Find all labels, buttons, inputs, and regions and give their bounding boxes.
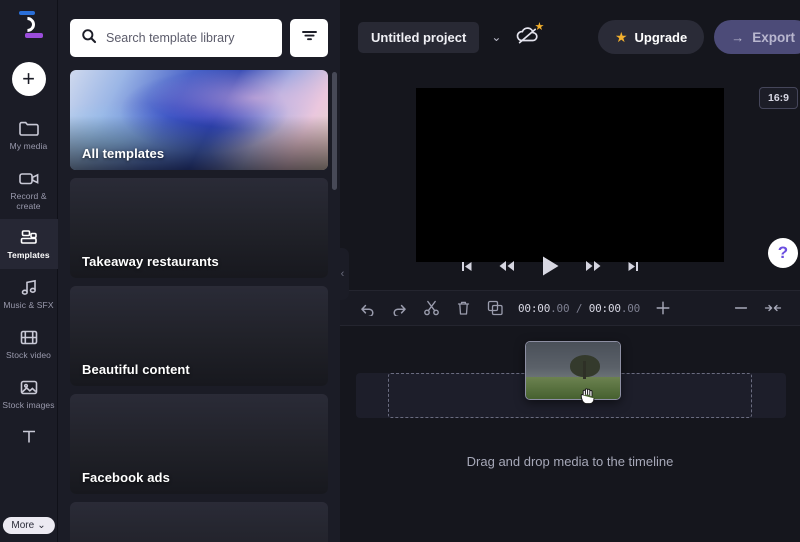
current-time: 00:00 [518,301,551,315]
template-card-beautiful-content[interactable]: Beautiful content [70,286,328,386]
drop-hint-text: Drag and drop media to the timeline [466,454,674,469]
more-label: More [11,520,35,531]
more-button[interactable]: More ⌄ [2,517,55,534]
current-frames: .00 [550,301,570,315]
export-label: Export [752,29,795,45]
zoom-out-button[interactable] [726,293,756,323]
sidebar-item-templates[interactable]: Templates [0,219,58,270]
text-icon [18,427,40,446]
template-card-title: All templates [82,146,165,161]
split-button[interactable] [416,293,446,323]
sidebar-item-stock-video[interactable]: Stock video [0,319,58,369]
star-icon: ★ [614,28,628,45]
help-button[interactable]: ? [768,238,798,268]
search-placeholder: Search template library [106,31,235,45]
template-card-title: Facebook ads [82,470,170,485]
card-thumbnail [70,502,328,542]
templates-icon [18,228,40,247]
template-card-takeaway-restaurants[interactable]: Takeaway restaurants [70,178,328,278]
logo-arc [16,13,38,36]
sidebar-item-text[interactable] [0,418,58,454]
timecode-separator: / [569,301,589,315]
folder-icon [18,119,40,138]
template-card-title: Beautiful content [82,362,190,377]
arrow-right-icon: → [731,29,745,45]
skip-to-end-button[interactable] [626,259,641,274]
sidebar-item-label: Stock images [2,399,55,410]
duplicate-button[interactable] [480,293,510,323]
zoom-in-button[interactable] [648,293,678,323]
skip-to-start-button[interactable] [459,259,474,274]
templates-panel: Search template library All templates Ta… [58,0,349,542]
cloud-star-badge: ★ [534,21,545,33]
card-scrim [70,116,328,170]
template-card-next[interactable] [70,502,328,542]
timecode-display: 00:00.00 / 00:00.00 [518,302,640,315]
film-strip-icon [18,328,40,347]
play-button[interactable] [539,254,561,278]
thumbnail-tree-trunk [583,361,586,379]
sidebar-item-music-sfx[interactable]: Music & SFX [0,269,58,319]
sidebar-item-record-create[interactable]: Record & create [0,160,58,220]
sidebar-item-my-media[interactable]: My media [0,110,58,160]
project-name-input[interactable]: Untitled project [358,21,480,53]
cloud-offline-icon[interactable]: ★ [515,21,545,50]
thumbnail-grass [526,377,620,399]
aspect-ratio-button[interactable]: 16:9 [758,87,798,109]
clipchamp-editor: + My media Record & create Templates Mus… [0,0,800,542]
tree-in-field-thumbnail[interactable] [525,341,621,400]
image-icon [18,378,40,397]
chevron-down-icon: ⌄ [37,520,46,531]
timeline-body[interactable]: Drag and drop media to the timeline [340,326,800,542]
undo-button[interactable] [352,293,382,323]
template-card-facebook-ads[interactable]: Facebook ads [70,394,328,494]
sidebar-item-label: My media [9,141,48,151]
left-rail: + My media Record & create Templates Mus… [0,0,58,542]
add-media-button[interactable]: + [11,62,46,96]
template-card-title: Takeaway restaurants [82,254,219,269]
panel-scrollbar[interactable] [332,72,337,532]
search-row: Search template library [70,0,328,57]
logo-blue-bar [18,11,35,15]
logo-purple-bar [24,33,43,38]
music-note-icon [18,278,40,297]
fit-to-screen-button[interactable] [758,293,788,323]
filter-button[interactable] [290,19,328,57]
upgrade-button[interactable]: ★ Upgrade [597,20,705,54]
redo-button[interactable] [384,293,414,323]
main-area: Untitled project ⌄ ★ ★ Upgrade → Export … [340,0,800,542]
fast-forward-button[interactable] [584,259,603,273]
sidebar-item-label: Templates [7,250,50,261]
panel-scrollbar-thumb[interactable] [332,72,337,190]
video-preview-canvas[interactable] [416,88,724,262]
timeline-toolbar: 00:00.00 / 00:00.00 [340,290,800,326]
search-input[interactable]: Search template library [70,19,282,57]
clipchamp-logo[interactable] [0,0,58,52]
collapse-panel-button[interactable]: ‹ [336,248,349,300]
sidebar-item-label: Record & create [10,190,47,211]
sidebar-item-label: Music & SFX [3,300,54,311]
sidebar-item-label: Stock video [5,349,52,360]
top-toolbar: Untitled project ⌄ ★ ★ Upgrade → Export [340,0,800,74]
filter-icon [301,28,318,48]
template-card-all-templates[interactable]: All templates [70,70,328,170]
total-frames: .00 [620,301,641,315]
preview-stage: 16:9 ? [340,74,800,290]
rewind-button[interactable] [497,259,516,273]
sidebar-item-stock-images[interactable]: Stock images [0,369,58,419]
template-card-list: All templates Takeaway restaurants Beaut… [70,70,328,542]
delete-button[interactable] [448,293,478,323]
export-button[interactable]: → Export [714,20,800,54]
search-icon [81,28,97,49]
video-camera-icon [18,169,40,188]
project-menu-chevron-down-icon[interactable]: ⌄ [489,30,503,44]
upgrade-label: Upgrade [634,29,688,45]
rail-item-list: My media Record & create Templates Music… [0,110,58,454]
total-time: 00:00 [588,301,621,315]
transport-controls [340,254,800,278]
